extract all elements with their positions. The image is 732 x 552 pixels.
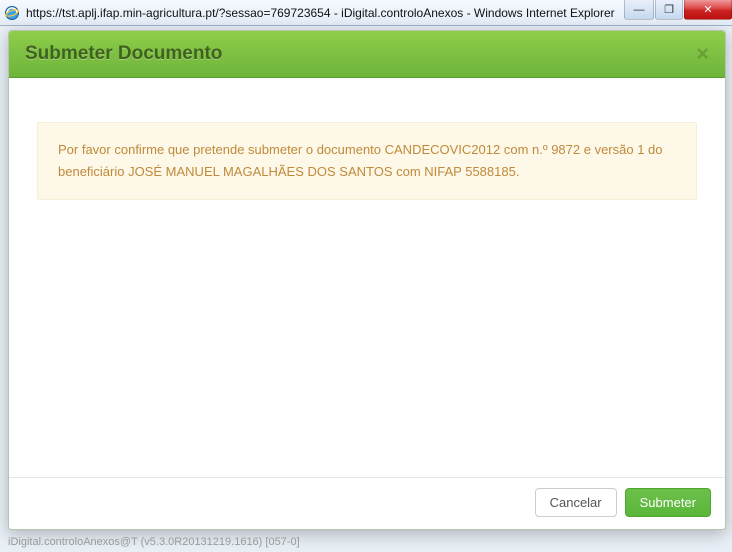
- browser-title: https://tst.aplj.ifap.min-agricultura.pt…: [26, 6, 615, 20]
- ie-icon: [4, 5, 20, 21]
- modal-header: Submeter Documento ×: [9, 31, 725, 78]
- cancel-button[interactable]: Cancelar: [535, 488, 617, 517]
- submit-button[interactable]: Submeter: [625, 488, 711, 517]
- window-maximize-button[interactable]: ❐: [655, 0, 683, 20]
- close-icon[interactable]: ×: [696, 43, 709, 65]
- modal-body: Por favor confirme que pretende submeter…: [9, 78, 725, 477]
- confirmation-alert: Por favor confirme que pretende submeter…: [37, 122, 697, 200]
- modal-title: Submeter Documento: [25, 43, 222, 65]
- window-minimize-button[interactable]: —: [624, 0, 654, 20]
- window-controls: — ❐ ✕: [623, 0, 732, 20]
- browser-titlebar: https://tst.aplj.ifap.min-agricultura.pt…: [0, 0, 732, 26]
- submit-document-modal: Submeter Documento × Por favor confirme …: [8, 30, 726, 530]
- window-close-button[interactable]: ✕: [684, 0, 732, 20]
- page-footer-status: iDigital.controloAnexos@T (v5.3.0R201312…: [8, 536, 300, 548]
- page-background: Submeter Documento × Por favor confirme …: [0, 26, 732, 552]
- modal-footer: Cancelar Submeter: [9, 477, 725, 529]
